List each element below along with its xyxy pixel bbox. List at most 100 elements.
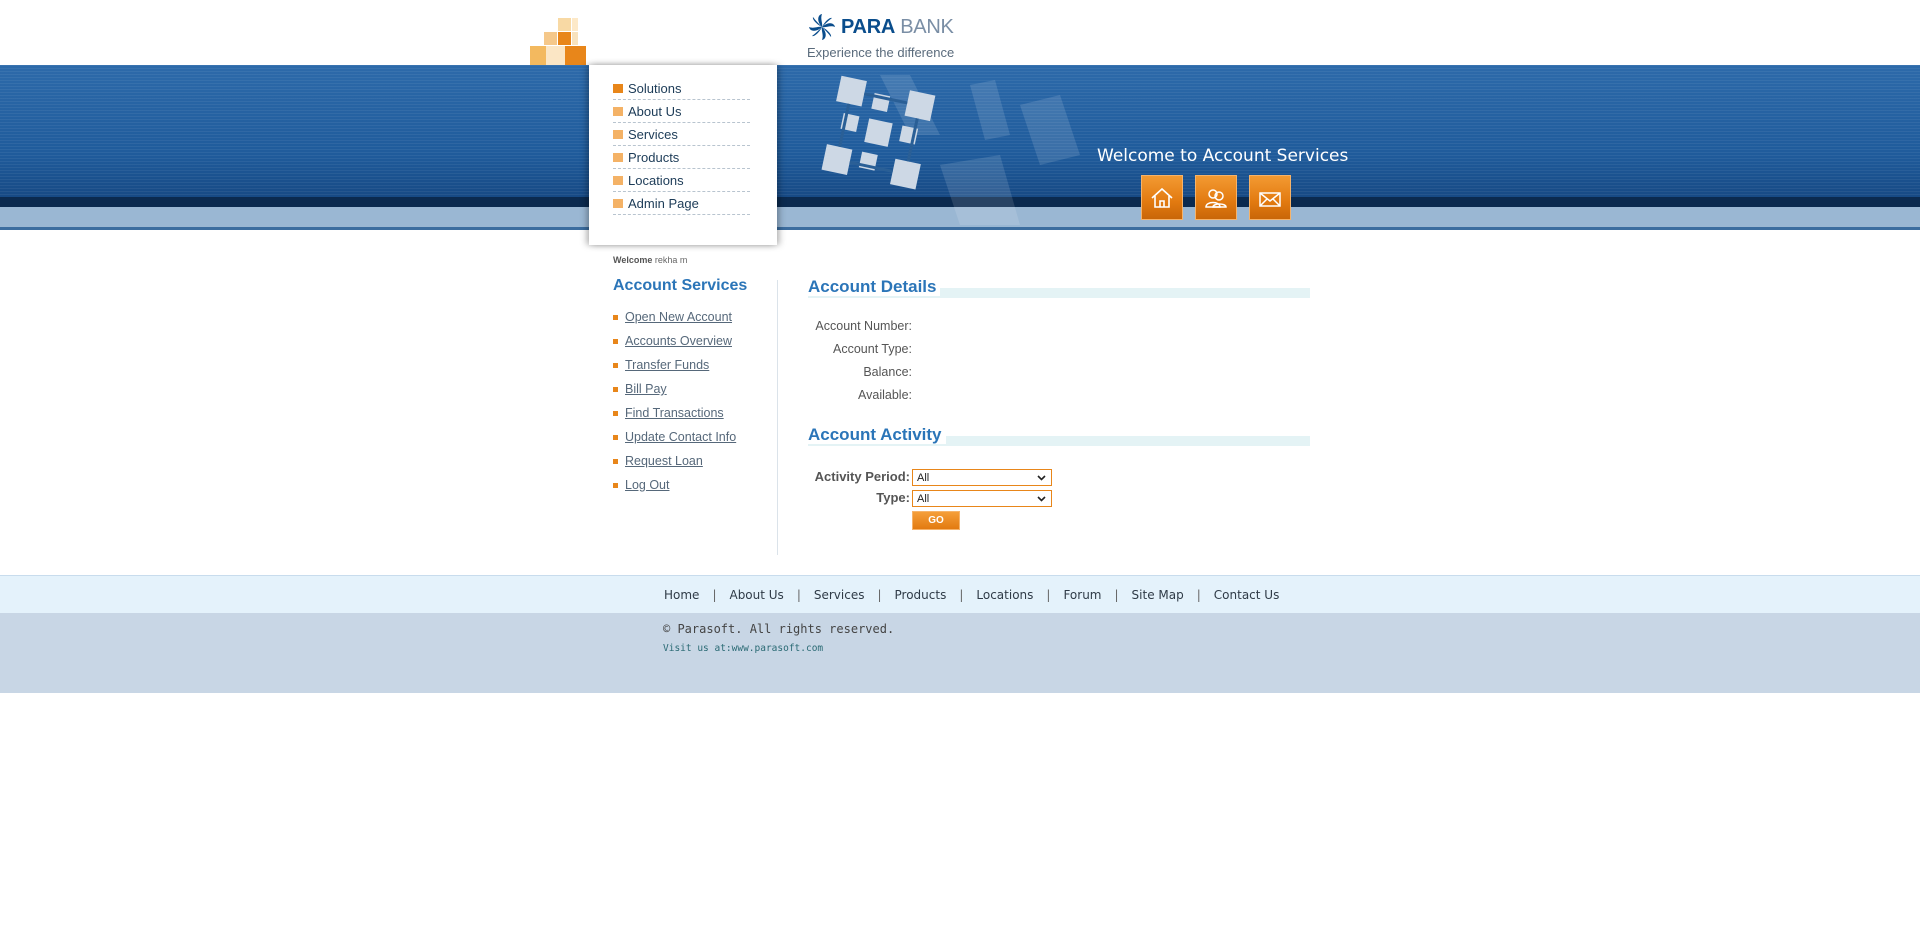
open-new-account-link[interactable]: Open New Account xyxy=(625,310,732,324)
list-item: Log Out xyxy=(613,473,736,497)
visit-prefix: Visit us at: xyxy=(663,643,732,654)
footer-link-services[interactable]: Services xyxy=(814,588,865,602)
available-label: Available: xyxy=(858,388,912,402)
account-details-title: Account Details xyxy=(808,277,941,297)
bullet-icon xyxy=(613,482,618,488)
visit-us-text: Visit us at:www.parasoft.com xyxy=(663,643,823,654)
top-nav-item-products[interactable]: Products xyxy=(613,146,750,169)
list-item: Open New Account xyxy=(613,305,736,329)
bill-pay-link[interactable]: Bill Pay xyxy=(625,382,667,396)
contact-people-button[interactable] xyxy=(1195,175,1237,220)
footer-separator: | xyxy=(796,588,801,602)
top-nav-item-about-us[interactable]: About Us xyxy=(613,100,750,123)
find-transactions-link[interactable]: Find Transactions xyxy=(625,406,724,420)
account-number-label: Account Number: xyxy=(815,319,912,333)
user-name: rekha m xyxy=(654,255,688,265)
type-select[interactable]: All xyxy=(912,490,1052,507)
nav-bullet-icon xyxy=(613,83,623,93)
footer-links: Home | About Us | Services | Products | Loca… xyxy=(664,576,1279,614)
mail-icon xyxy=(1259,191,1281,207)
footer-link-site-map[interactable]: Site Map xyxy=(1132,588,1184,602)
home-button[interactable] xyxy=(1141,175,1183,220)
chevron-down-icon xyxy=(1037,496,1046,502)
account-details-title-text: Account Details xyxy=(808,277,941,296)
footer-separator: | xyxy=(1046,588,1051,602)
banner-bottom-line xyxy=(0,227,1920,230)
bullet-icon xyxy=(613,362,618,368)
top-nav-menu: Solutions About Us Services Products Loc… xyxy=(589,65,777,245)
list-item: Transfer Funds xyxy=(613,353,736,377)
activity-period-value: All xyxy=(917,471,930,484)
account-activity-title: Account Activity xyxy=(808,425,946,445)
banner-heading: Welcome to Account Services xyxy=(1097,146,1349,166)
tagline: Experience the difference xyxy=(807,45,955,60)
footer-separator: | xyxy=(959,588,964,602)
account-services-title: Account Services xyxy=(613,277,748,294)
footer-link-forum[interactable]: Forum xyxy=(1063,588,1101,602)
decorative-squares xyxy=(530,18,590,65)
home-icon xyxy=(1151,187,1173,208)
footer-separator: | xyxy=(1114,588,1119,602)
welcome-user-text: Welcome rekha m xyxy=(613,255,687,265)
nav-item-label: About Us xyxy=(628,103,682,119)
list-item: Bill Pay xyxy=(613,377,736,401)
top-nav-item-locations[interactable]: Locations xyxy=(613,169,750,192)
parabank-logo[interactable]: PARA BANK xyxy=(807,12,954,42)
account-services-list: Open New Account Accounts Overview Trans… xyxy=(613,305,736,497)
nav-bullet-icon xyxy=(613,198,623,208)
list-item: Update Contact Info xyxy=(613,425,736,449)
parabank-logo-icon xyxy=(809,14,835,40)
list-item: Request Loan xyxy=(613,449,736,473)
log-out-link[interactable]: Log Out xyxy=(625,478,669,492)
nav-bullet-icon xyxy=(613,152,623,162)
request-loan-link[interactable]: Request Loan xyxy=(625,454,703,468)
activity-period-label: Activity Period: xyxy=(814,469,910,484)
top-nav-item-admin-page[interactable]: Admin Page xyxy=(613,192,750,215)
nav-bullet-icon xyxy=(613,175,623,185)
top-header: PARA BANK Experience the difference xyxy=(0,0,1920,65)
copyright-text: © Parasoft. All rights reserved. xyxy=(663,622,895,636)
top-nav-item-services[interactable]: Services xyxy=(613,123,750,146)
go-button[interactable]: GO xyxy=(912,511,960,530)
activity-period-select[interactable]: All xyxy=(912,469,1052,486)
nav-bullet-icon xyxy=(613,106,623,116)
bullet-icon xyxy=(613,410,618,416)
chevron-down-icon xyxy=(1037,475,1046,481)
bullet-icon xyxy=(613,458,618,464)
mail-button[interactable] xyxy=(1249,175,1291,220)
footer-link-home[interactable]: Home xyxy=(664,588,699,602)
transfer-funds-link[interactable]: Transfer Funds xyxy=(625,358,709,372)
nav-bullet-icon xyxy=(613,129,623,139)
update-contact-info-link[interactable]: Update Contact Info xyxy=(625,430,736,444)
footer-link-locations[interactable]: Locations xyxy=(976,588,1033,602)
top-nav-list: Solutions About Us Services Products Loc… xyxy=(613,77,750,215)
list-item: Accounts Overview xyxy=(613,329,736,353)
contact-people-icon xyxy=(1205,188,1227,208)
footer-body xyxy=(0,613,1920,693)
accounts-overview-link[interactable]: Accounts Overview xyxy=(625,334,732,348)
nav-item-label: Solutions xyxy=(628,80,682,96)
footer-link-products[interactable]: Products xyxy=(895,588,947,602)
footer-separator: | xyxy=(712,588,717,602)
nav-item-label: Admin Page xyxy=(628,195,699,211)
footer-nav: Home | About Us | Services | Products | Loca… xyxy=(0,575,1920,613)
footer-separator: | xyxy=(877,588,882,602)
type-label: Type: xyxy=(876,490,910,505)
parasoft-link[interactable]: www.parasoft.com xyxy=(732,643,824,654)
nav-item-label: Locations xyxy=(628,172,684,188)
banner-network-graphic xyxy=(821,75,1080,225)
footer-link-about-us[interactable]: About Us xyxy=(729,588,783,602)
bullet-icon xyxy=(613,338,618,344)
account-activity-title-text: Account Activity xyxy=(808,425,946,444)
nav-item-label: Products xyxy=(628,149,680,165)
logo-text-bank: BANK xyxy=(900,15,954,38)
top-nav-item-solutions[interactable]: Solutions xyxy=(613,77,750,100)
account-type-label: Account Type: xyxy=(833,342,912,356)
logo-text: PARA BANK xyxy=(841,16,954,39)
footer-link-contact-us[interactable]: Contact Us xyxy=(1214,588,1280,602)
welcome-prefix: Welcome xyxy=(613,255,653,265)
type-value: All xyxy=(917,492,930,505)
list-item: Find Transactions xyxy=(613,401,736,425)
balance-label: Balance: xyxy=(863,365,912,379)
nav-item-label: Services xyxy=(628,126,678,142)
